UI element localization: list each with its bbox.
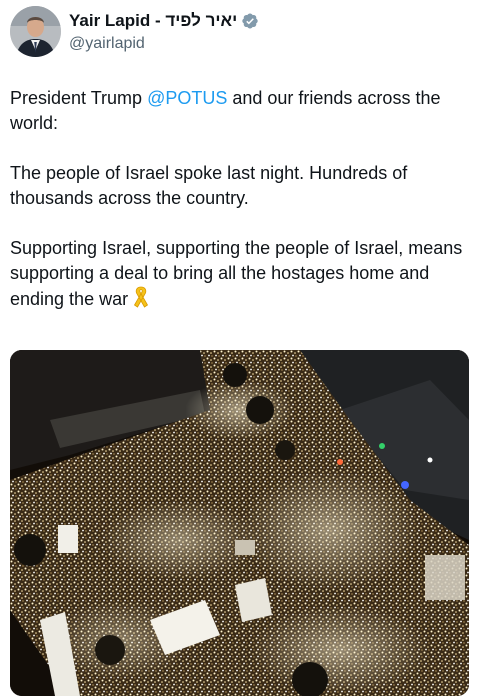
mention-link[interactable]: @POTUS bbox=[147, 88, 227, 108]
tweet-paragraph-1: President Trump @POTUS and our friends a… bbox=[10, 86, 470, 136]
tweet-text-segment: President Trump bbox=[10, 88, 148, 108]
tweet-paragraph-3: Supporting Israel, supporting the people… bbox=[10, 236, 470, 315]
avatar[interactable] bbox=[10, 6, 61, 57]
tweet-header: Yair Lapid - יאיר לפיד @yairlapid bbox=[10, 6, 470, 62]
tweet-paragraph-2: The people of Israel spoke last night. H… bbox=[10, 163, 408, 208]
handle[interactable]: @yairlapid bbox=[69, 33, 259, 55]
aerial-night-crowd-photo bbox=[10, 350, 469, 696]
yellow-ribbon-icon bbox=[132, 286, 150, 315]
tweet-media-photo[interactable] bbox=[10, 350, 469, 696]
verified-badge-icon bbox=[241, 12, 259, 30]
display-name[interactable]: Yair Lapid - יאיר לפיד bbox=[69, 10, 259, 32]
avatar-photo bbox=[10, 6, 61, 57]
tweet-text: President Trump @POTUS and our friends a… bbox=[10, 86, 470, 340]
display-name-text: Yair Lapid - יאיר לפיד bbox=[69, 11, 238, 30]
tweet-text-segment: Supporting Israel, supporting the people… bbox=[10, 238, 463, 309]
